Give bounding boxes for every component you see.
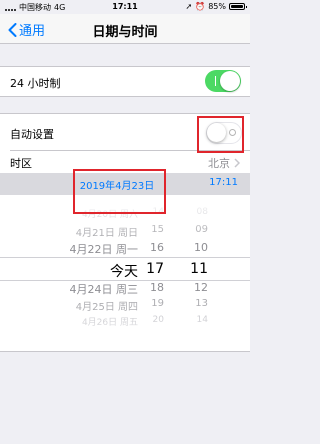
hour24-label: 24 小时制 (10, 77, 61, 90)
picker-day: 4月22日 周一 (69, 243, 139, 256)
alarm-icon: ⏰ (195, 2, 206, 11)
picker-day: 4月25日 周四 (75, 302, 138, 313)
picker-minute: 14 (196, 315, 208, 325)
status-bar: 中国移动 4G 17:11 ➚ ⏰ 85% (0, 0, 250, 14)
chevron-right-icon (234, 158, 240, 168)
picker-row[interactable]: 4月24日 周三 18 12 (0, 281, 250, 297)
picker-minute: 08 (196, 207, 208, 217)
hour24-toggle[interactable] (205, 70, 241, 92)
picker-minute: 09 (195, 224, 208, 235)
picker-minute: 12 (194, 281, 208, 294)
divider (0, 96, 250, 97)
picker-row[interactable]: 4月21日 周日 15 09 (0, 224, 250, 240)
hour24-row: 24 小时制 (0, 67, 250, 96)
annotation-box-toggle (197, 116, 244, 153)
picker-day: 4月24日 周三 (69, 283, 139, 296)
picker-hour: 19 (151, 298, 164, 309)
date-time-picker[interactable]: 4月20日 周六 14 08 4月21日 周日 15 09 4月22日 周一 16 10 今天 17… (0, 195, 250, 351)
picker-row[interactable]: 4月25日 周四 19 13 (0, 298, 250, 314)
picker-row[interactable]: 4月26日 周五 20 14 (0, 315, 250, 331)
picker-hour: 17 (146, 261, 164, 277)
navigation-bar: 通用 日期与时间 (0, 14, 250, 44)
picker-row-selected[interactable]: 今天 17 11 (0, 261, 250, 280)
divider (0, 351, 250, 352)
picker-hour: 20 (152, 315, 164, 325)
page-title: 日期与时间 (92, 25, 158, 40)
battery-percent: 85% (208, 2, 226, 11)
picker-day: 今天 (110, 264, 138, 280)
annotation-box-date (73, 169, 166, 214)
picker-minute: 10 (194, 241, 208, 254)
timezone-city: 北京 (208, 157, 230, 170)
picker-day: 4月26日 周五 (81, 318, 138, 328)
status-right: ➚ ⏰ 85% (185, 2, 247, 11)
picker-row[interactable]: 4月22日 周一 16 10 (0, 241, 250, 257)
selected-time[interactable]: 17:11 (209, 177, 238, 188)
picker-hour: 15 (151, 224, 164, 235)
selection-line-top (0, 257, 250, 258)
battery-icon (229, 3, 247, 10)
picker-minute: 11 (190, 261, 208, 277)
timezone-value[interactable]: 北京 (208, 155, 240, 171)
location-icon: ➚ (185, 2, 193, 11)
picker-hour: 18 (150, 281, 164, 294)
auto-set-label: 自动设置 (10, 128, 54, 141)
picker-hour: 16 (150, 241, 164, 254)
picker-day: 4月21日 周日 (75, 228, 138, 239)
timezone-label: 时区 (10, 157, 32, 170)
picker-minute: 13 (195, 298, 208, 309)
